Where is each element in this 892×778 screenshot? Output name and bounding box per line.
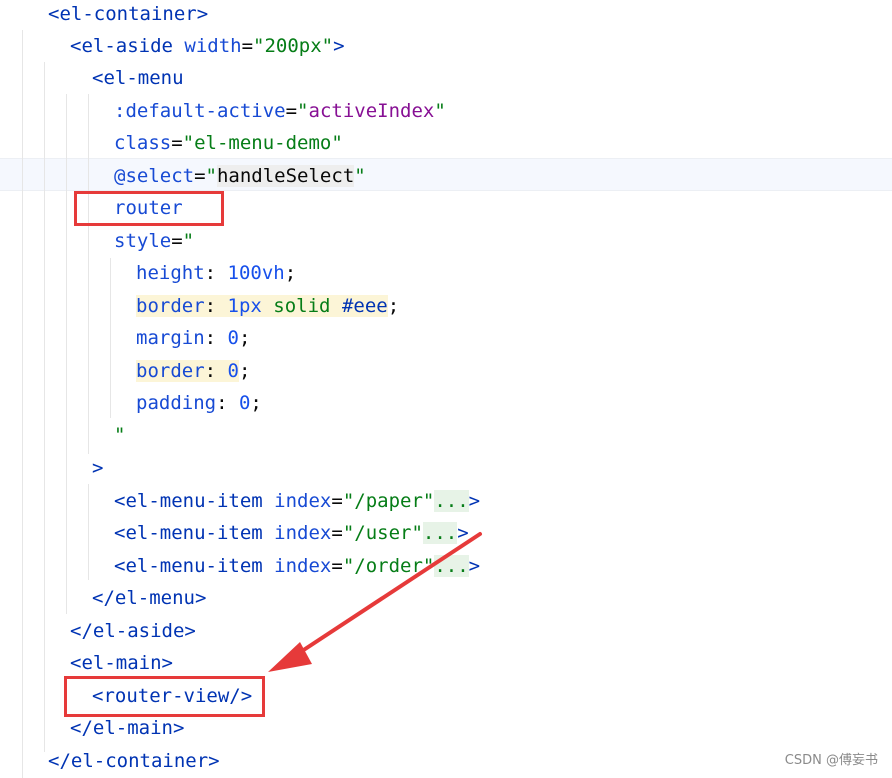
watermark: CSDN @傅妄书 xyxy=(784,753,878,768)
annotation-arrow xyxy=(268,532,482,672)
code-editor[interactable]: <el-container> <el-aside width="200px"> <e… xyxy=(0,0,892,778)
